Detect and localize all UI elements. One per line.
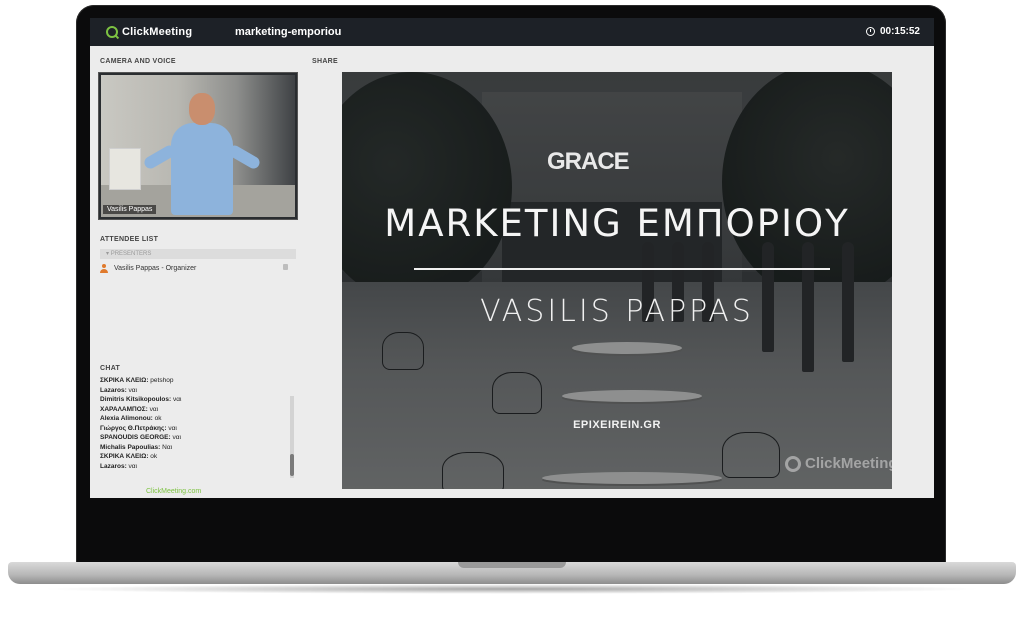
organizer-user-icon [100, 263, 108, 273]
presenter-head [189, 93, 215, 125]
chat-text: Ναι [162, 443, 173, 451]
shared-slide: GRACE MARKETING ΕΜΠΟΡΙΟΥ VASILIS PAPPAS … [342, 72, 892, 489]
chat-message: Lazaros: ναι [100, 386, 296, 396]
slide-title-divider [414, 268, 830, 270]
presenters-group-header[interactable]: ▾ PRESENTERS [100, 249, 296, 259]
camera-cabinet [109, 148, 141, 190]
chat-scrollbar-thumb[interactable] [290, 454, 294, 476]
session-timer: 00:15:52 [865, 26, 920, 37]
chat-message: Michalis Papoulias: Ναι [100, 443, 296, 453]
event-title: marketing-emporiou [235, 26, 342, 38]
chat-text: οk [154, 415, 162, 422]
speaker-icon[interactable] [283, 264, 288, 270]
slide-subtitle: VASILIS PAPPAS [480, 294, 754, 329]
chat-user: SPANOUDIS GEORGE: [100, 434, 171, 441]
watermark-text: ClickMeeting [805, 455, 892, 472]
chat-user: Lazaros: [100, 386, 127, 394]
laptop-notch [458, 562, 566, 568]
attendee-row[interactable]: Vasilis Pappas - Organizer [100, 262, 296, 274]
share-section-label: SHARE [312, 58, 339, 65]
presenters-group-label: PRESENTERS [110, 251, 152, 257]
clickmeeting-footer-link[interactable]: ClickMeeting.com [146, 488, 201, 495]
slide-website: EPIXEIREIN.GR [573, 419, 661, 431]
chat-message: ΣΚΡΙΚΑ ΚΛΕΙΩ: οk [100, 452, 296, 462]
chat-messages: ΣΚΡΙΚΑ ΚΛΕΙΩ: petshop Lazaros: ναι Dimit… [100, 376, 296, 480]
chat-message: ΧΑΡΑΛΑΜΠΟΣ: ναι [100, 405, 296, 415]
chat-section-label: CHAT [100, 365, 121, 372]
chat-text: ναι [128, 462, 137, 470]
chat-text: ναι [172, 434, 181, 441]
chat-text: ναι [172, 396, 182, 403]
chat-message: ΣΚΡΙΚΑ ΚΛΕΙΩ: petshop [100, 376, 296, 386]
presenter-body [171, 123, 233, 215]
timer-text: 00:15:52 [879, 26, 920, 37]
chat-message: Dimitris Kitsikopoulos: ναι [100, 395, 296, 405]
slide-watermark: ClickMeeting [785, 455, 892, 472]
chat-text: ναι [149, 405, 159, 413]
slide-title: MARKETING ΕΜΠΟΡΙΟΥ [384, 202, 850, 245]
chat-user: Γιώργος Θ.Πετράκης: [100, 424, 167, 432]
chat-message: Γιώργος Θ.Πετράκης: ναι [100, 424, 296, 434]
watermark-logo-icon [785, 455, 801, 472]
chat-user: Michalis Papoulias: [100, 443, 161, 451]
chat-user: Alexia Alimonou: [100, 415, 153, 422]
top-bar: ClickMeeting marketing-emporiou 00:15:52 [90, 18, 934, 46]
chat-text: petshop [150, 377, 174, 384]
chat-message: SPANOUDIS GEORGE: ναι [100, 433, 296, 443]
chat-text: ναι [128, 386, 137, 394]
chat-user: ΣΚΡΙΚΑ ΚΛΕΙΩ: [100, 377, 149, 384]
chat-user: Dimitris Kitsikopoulos: [100, 396, 172, 403]
attendee-name: Vasilis Pappas - Organizer [114, 264, 197, 272]
clock-icon [865, 27, 875, 36]
chat-text: οk [150, 453, 158, 460]
camera-name-tag: Vasilis Pappas [103, 205, 157, 214]
screen: ClickMeeting marketing-emporiou 00:15:52… [90, 18, 934, 498]
laptop-shadow [40, 584, 984, 594]
camera-feed[interactable]: Vasilis Pappas [98, 72, 298, 220]
chat-user: ΣΚΡΙΚΑ ΚΛΕΙΩ: [100, 453, 149, 460]
logo-text: ClickMeeting [122, 26, 193, 38]
attendee-section-label: ATTENDEE LIST [100, 236, 159, 243]
clickmeeting-logo[interactable]: ClickMeeting [106, 25, 192, 39]
chat-user: ΧΑΡΑΛΑΜΠΟΣ: [100, 405, 148, 413]
clickmeeting-logo-icon [106, 26, 118, 38]
chat-message: Lazaros: ναι [100, 462, 296, 472]
chat-message: Alexia Alimonou: οk [100, 414, 296, 424]
chat-text: ναι [168, 424, 177, 432]
chat-user: Lazaros: [100, 462, 127, 470]
camera-section-label: CAMERA AND VOICE [100, 58, 176, 65]
building-sign: GRACE [547, 148, 630, 175]
